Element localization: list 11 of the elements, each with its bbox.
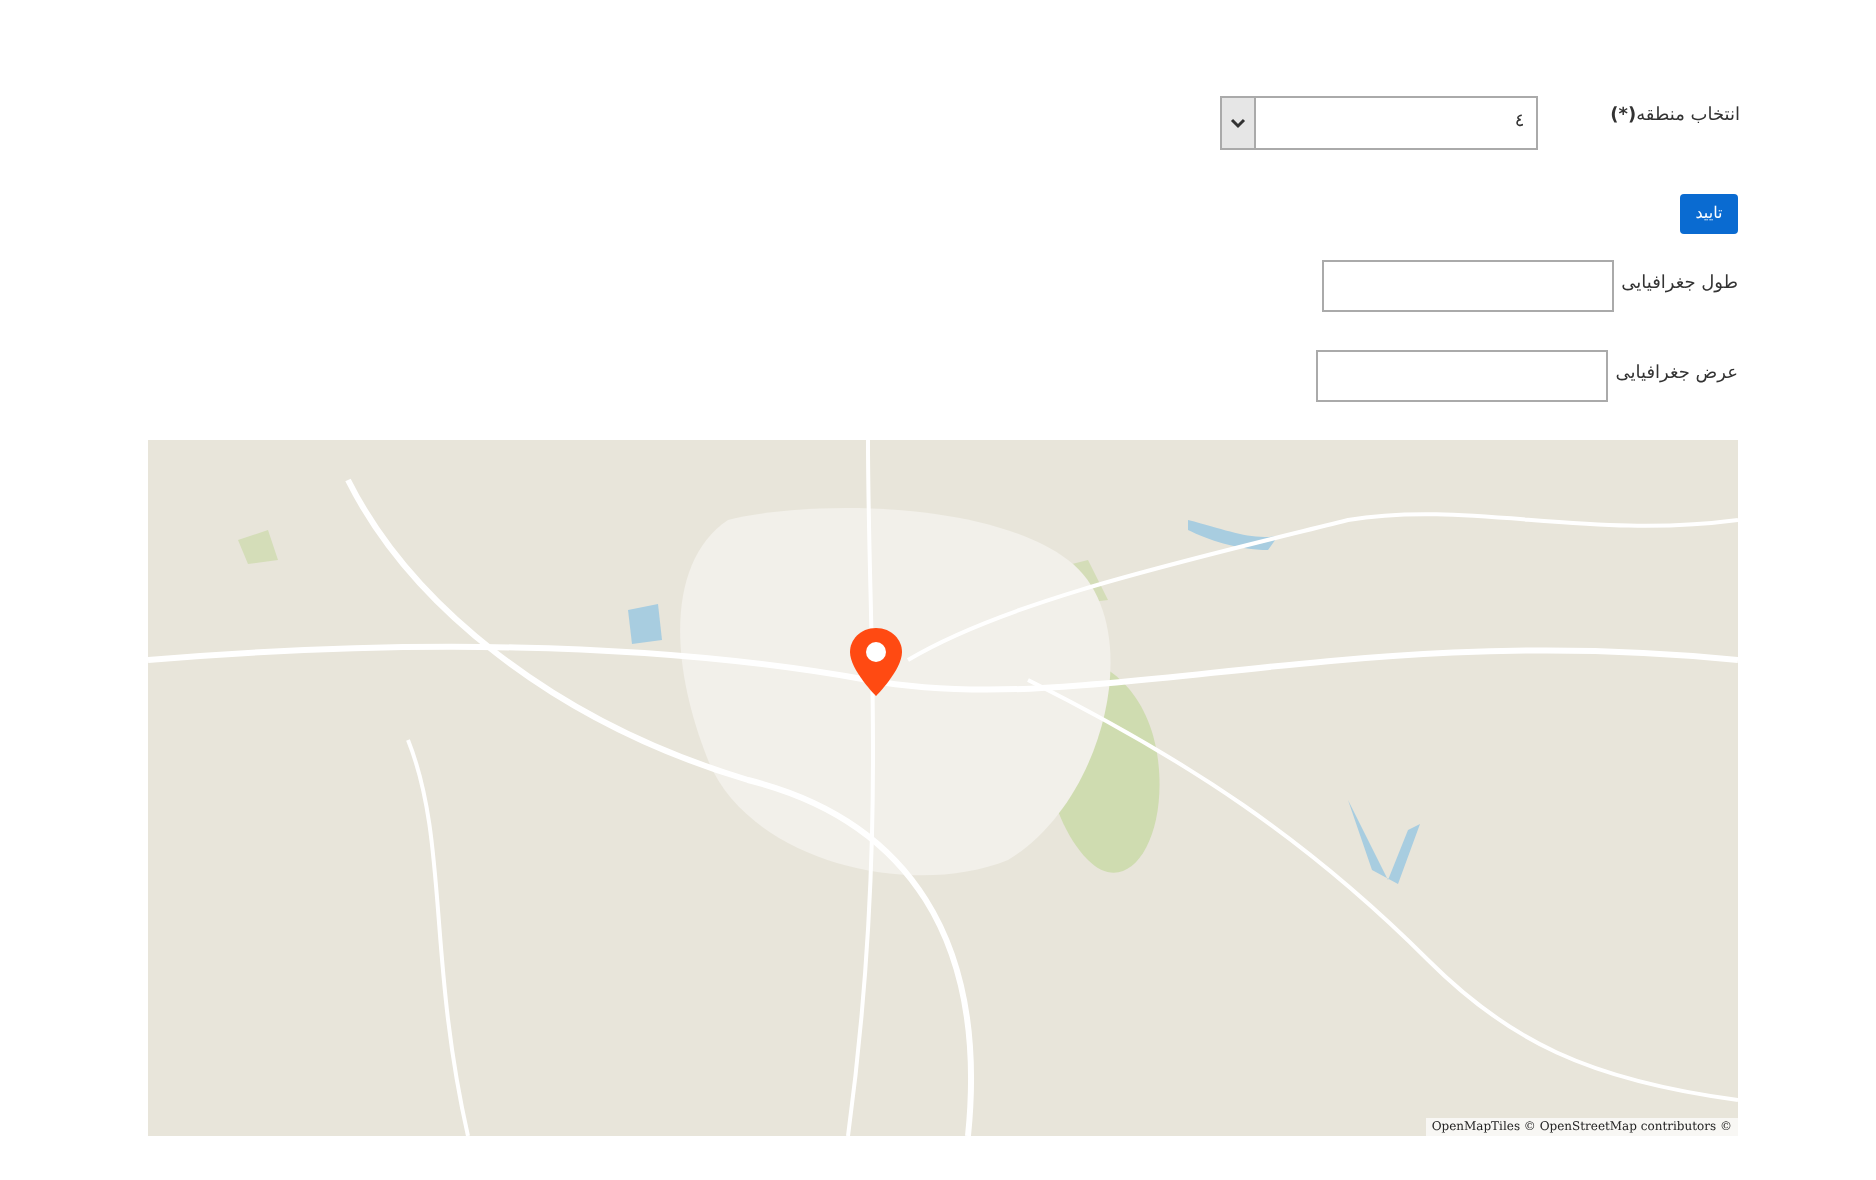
region-select[interactable]: ٤ xyxy=(1220,96,1539,150)
latitude-field[interactable] xyxy=(1315,350,1608,402)
dropdown-toggle[interactable] xyxy=(1222,98,1256,148)
location-pin-icon[interactable] xyxy=(850,628,902,696)
longitude-field[interactable] xyxy=(1321,260,1614,312)
select-value: ٤ xyxy=(1514,109,1525,136)
longitude-label: طول جغرافیایی xyxy=(1621,272,1738,299)
region-label: انتخاب منطقه(*) xyxy=(1610,104,1740,130)
chevron-down-icon xyxy=(1230,117,1246,129)
latitude-label: عرض جغرافیایی xyxy=(1615,362,1738,389)
confirm-button[interactable]: تایید xyxy=(1680,194,1738,234)
